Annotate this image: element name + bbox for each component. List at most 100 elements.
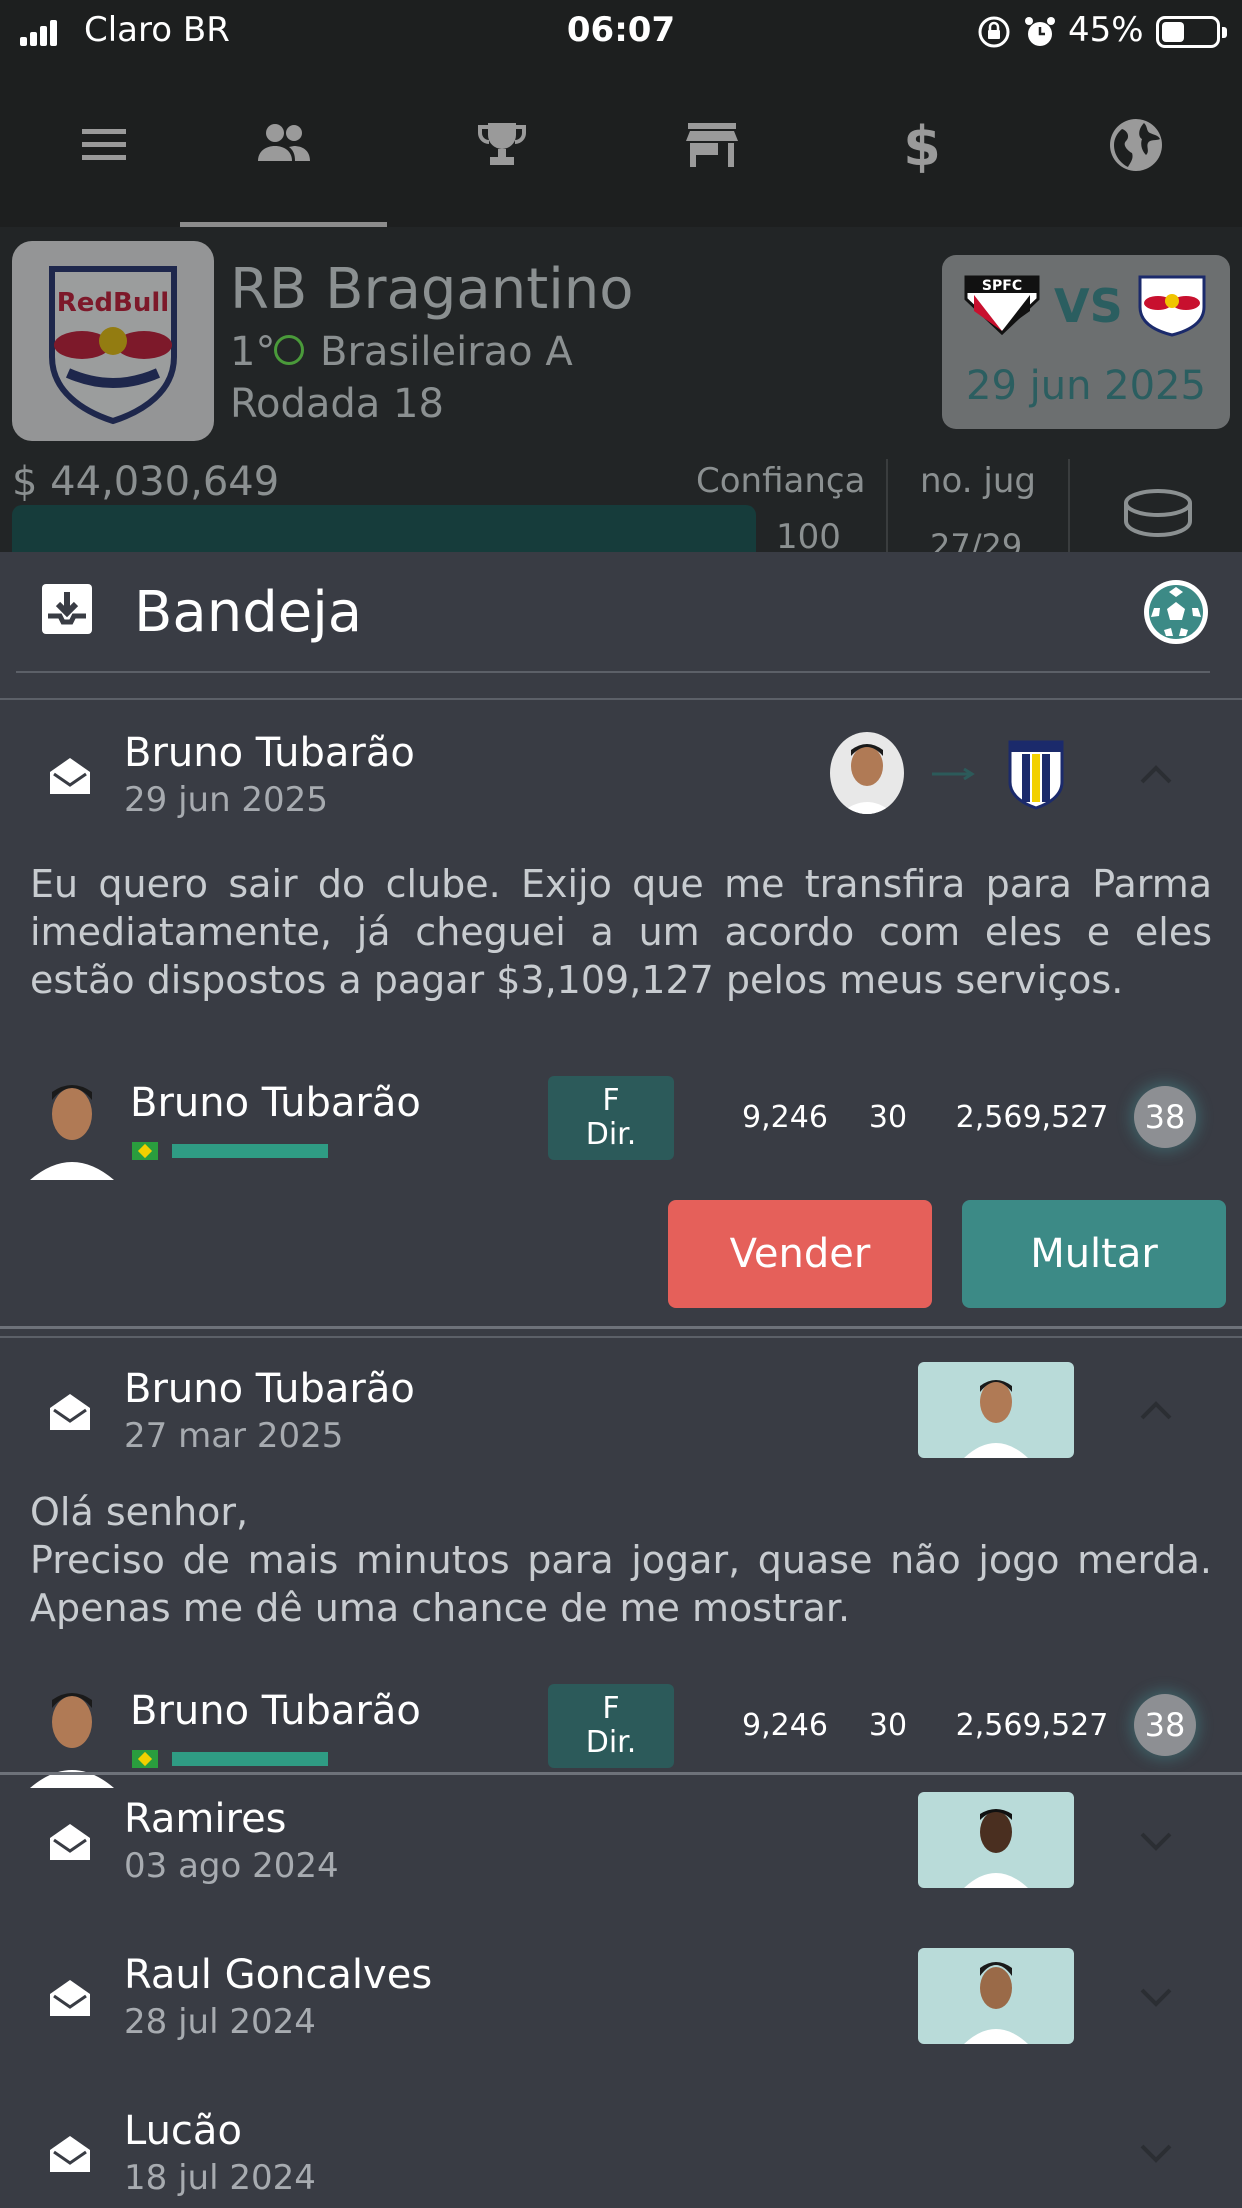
alarm-icon bbox=[1025, 17, 1055, 46]
stadium-icon[interactable] bbox=[1122, 483, 1194, 543]
player-thumbnail bbox=[918, 1948, 1074, 2044]
player-face-image bbox=[964, 1962, 1028, 2044]
position-badge: F Dir. bbox=[548, 1076, 674, 1160]
battery-percent: 45% bbox=[1068, 10, 1144, 50]
position-main: F bbox=[602, 1691, 620, 1726]
soccer-ball-icon[interactable] bbox=[1142, 578, 1210, 646]
nav-store[interactable] bbox=[608, 62, 815, 227]
divider bbox=[886, 459, 888, 552]
spfc-crest-logo: SPFC bbox=[964, 275, 1040, 336]
message-sender: Bruno Tubarão bbox=[124, 730, 415, 776]
bragantino-crest-logo bbox=[1138, 275, 1206, 337]
envelope-open-icon bbox=[50, 1824, 90, 1860]
player-age: 30 bbox=[868, 1100, 908, 1135]
match-date: 29 jun 2025 bbox=[966, 363, 1206, 409]
chevron-down-icon[interactable] bbox=[1134, 1818, 1178, 1862]
club-rank: 1° bbox=[230, 329, 276, 375]
red-bull-crest-logo: RedBull bbox=[49, 266, 177, 425]
player-rating: 38 bbox=[1134, 1694, 1196, 1756]
message-date: 18 jul 2024 bbox=[124, 2158, 316, 2198]
player-face-image bbox=[840, 744, 894, 814]
skill-bar bbox=[172, 1752, 328, 1766]
players-label: no. jug bbox=[920, 461, 1036, 501]
player-stat: 9,246 bbox=[742, 1708, 828, 1743]
player-face-image bbox=[964, 1809, 1028, 1888]
inbox-sheet: Bandeja Bruno Tubarão 29 jun 2025 Eu que… bbox=[0, 552, 1242, 2208]
parma-crest-logo bbox=[1008, 740, 1064, 810]
player-thumbnail bbox=[918, 1792, 1074, 1888]
message-body: Olá senhor, Preciso de mais minutos para… bbox=[30, 1490, 1212, 1630]
envelope-open-icon bbox=[50, 2136, 90, 2172]
club-money: $ 44,030,649 bbox=[12, 459, 280, 505]
message-sender: Bruno Tubarão bbox=[124, 1366, 415, 1412]
trophy-icon bbox=[477, 122, 526, 165]
inbox-title: Bandeja bbox=[134, 580, 363, 645]
menu-icon bbox=[81, 128, 126, 160]
svg-text:$: $ bbox=[903, 115, 941, 178]
club-round: Rodada 18 bbox=[230, 381, 444, 427]
message-date: 03 ago 2024 bbox=[124, 1846, 339, 1886]
player-face-image bbox=[30, 1085, 114, 1180]
store-icon bbox=[685, 122, 738, 167]
player-name: Bruno Tubarão bbox=[130, 1688, 421, 1734]
chevron-down-icon[interactable] bbox=[1134, 1974, 1178, 2018]
message-item[interactable]: Lucão 18 jul 2024 bbox=[0, 2088, 1242, 2208]
match-vs: VS bbox=[1054, 279, 1123, 333]
message-sender: Lucão bbox=[124, 2108, 242, 2154]
battery-icon bbox=[1156, 16, 1227, 48]
rotation-lock-icon bbox=[978, 16, 1010, 48]
player-thumbnail bbox=[918, 1362, 1074, 1458]
svg-text:RedBull: RedBull bbox=[57, 288, 169, 318]
message-body: Eu quero sair do clube. Exijo que me tra… bbox=[30, 862, 1212, 1002]
fine-button[interactable]: Multar bbox=[962, 1200, 1226, 1308]
brazil-flag-icon bbox=[132, 1142, 158, 1160]
player-value: 2,569,527 bbox=[955, 1100, 1109, 1135]
message-date: 27 mar 2025 bbox=[124, 1416, 344, 1456]
chevron-down-icon[interactable] bbox=[1134, 2130, 1178, 2174]
club-league: Brasileirao A bbox=[320, 329, 573, 375]
chevron-up-icon[interactable] bbox=[1134, 1388, 1178, 1432]
player-age: 30 bbox=[868, 1708, 908, 1743]
nav-competitions[interactable] bbox=[398, 62, 605, 227]
message-date: 28 jul 2024 bbox=[124, 2002, 316, 2042]
divider bbox=[16, 671, 1210, 673]
message-date: 29 jun 2025 bbox=[124, 780, 328, 820]
arrow-right-icon bbox=[932, 768, 975, 780]
club-crest[interactable]: RedBull bbox=[12, 241, 214, 441]
position-side: Dir. bbox=[585, 1725, 637, 1760]
confidence-value: 100 bbox=[776, 517, 841, 557]
chevron-up-icon[interactable] bbox=[1134, 752, 1178, 796]
skill-bar bbox=[172, 1144, 328, 1158]
nav-team[interactable] bbox=[180, 62, 387, 227]
envelope-open-icon bbox=[50, 1980, 90, 2016]
message-sender: Ramires bbox=[124, 1796, 287, 1842]
globe-icon bbox=[1109, 118, 1162, 171]
player-rating: 38 bbox=[1134, 1086, 1196, 1148]
dollar-icon: $ bbox=[903, 115, 941, 178]
message-item: Bruno Tubarão 27 mar 2025 Olá senhor, Pr… bbox=[0, 1338, 1242, 1818]
divider bbox=[1068, 459, 1070, 552]
message-item[interactable]: Raul Goncalves 28 jul 2024 bbox=[0, 1932, 1242, 2088]
position-badge: F Dir. bbox=[548, 1684, 674, 1768]
club-header: RedBull RB Bragantino 1° Brasileirao A R… bbox=[0, 227, 1242, 565]
top-nav: $ bbox=[0, 62, 1242, 227]
divider bbox=[0, 1772, 1242, 1775]
player-value: 2,569,527 bbox=[955, 1708, 1109, 1743]
inbox-header: Bandeja bbox=[0, 552, 1242, 672]
nav-world[interactable] bbox=[1032, 62, 1239, 227]
sell-button[interactable]: Vender bbox=[668, 1200, 932, 1308]
nav-menu[interactable] bbox=[0, 62, 207, 227]
message-sender: Raul Goncalves bbox=[124, 1952, 433, 1998]
position-main: F bbox=[602, 1083, 620, 1118]
money-bar bbox=[12, 505, 756, 552]
player-row[interactable]: Bruno Tubarão F Dir. 9,246 30 2,569,527 … bbox=[0, 1070, 1242, 1190]
next-match-card[interactable]: SPFC VS 29 jun 2025 bbox=[942, 255, 1230, 429]
message-item[interactable]: Ramires 03 ago 2024 bbox=[0, 1776, 1242, 1932]
spfc-crest-text: SPFC bbox=[982, 278, 1022, 294]
divider bbox=[0, 1326, 1242, 1329]
envelope-open-icon bbox=[50, 1394, 90, 1430]
people-icon bbox=[257, 123, 310, 161]
status-bar: Claro BR 06:07 45% bbox=[0, 0, 1242, 62]
nav-finance[interactable]: $ bbox=[818, 62, 1025, 227]
message-item: Bruno Tubarão 29 jun 2025 Eu quero sair … bbox=[0, 700, 1242, 1336]
